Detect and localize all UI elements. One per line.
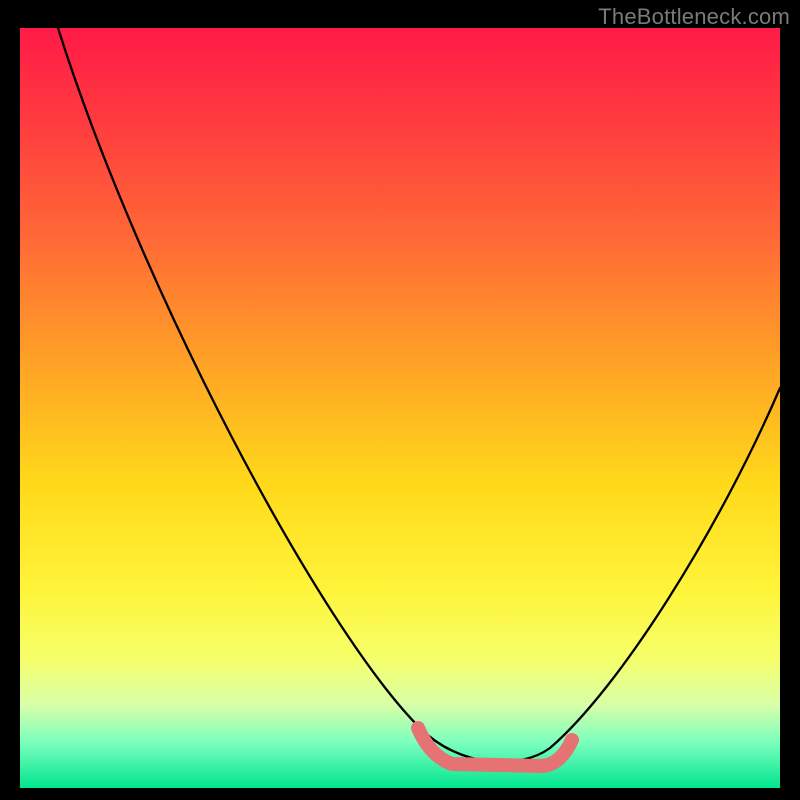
attribution-text: TheBottleneck.com (598, 4, 790, 30)
chart-stage: TheBottleneck.com (0, 0, 800, 800)
bottleneck-curve-svg (20, 28, 780, 788)
flat-region-marker (418, 728, 572, 766)
bottleneck-curve-path (58, 28, 780, 762)
